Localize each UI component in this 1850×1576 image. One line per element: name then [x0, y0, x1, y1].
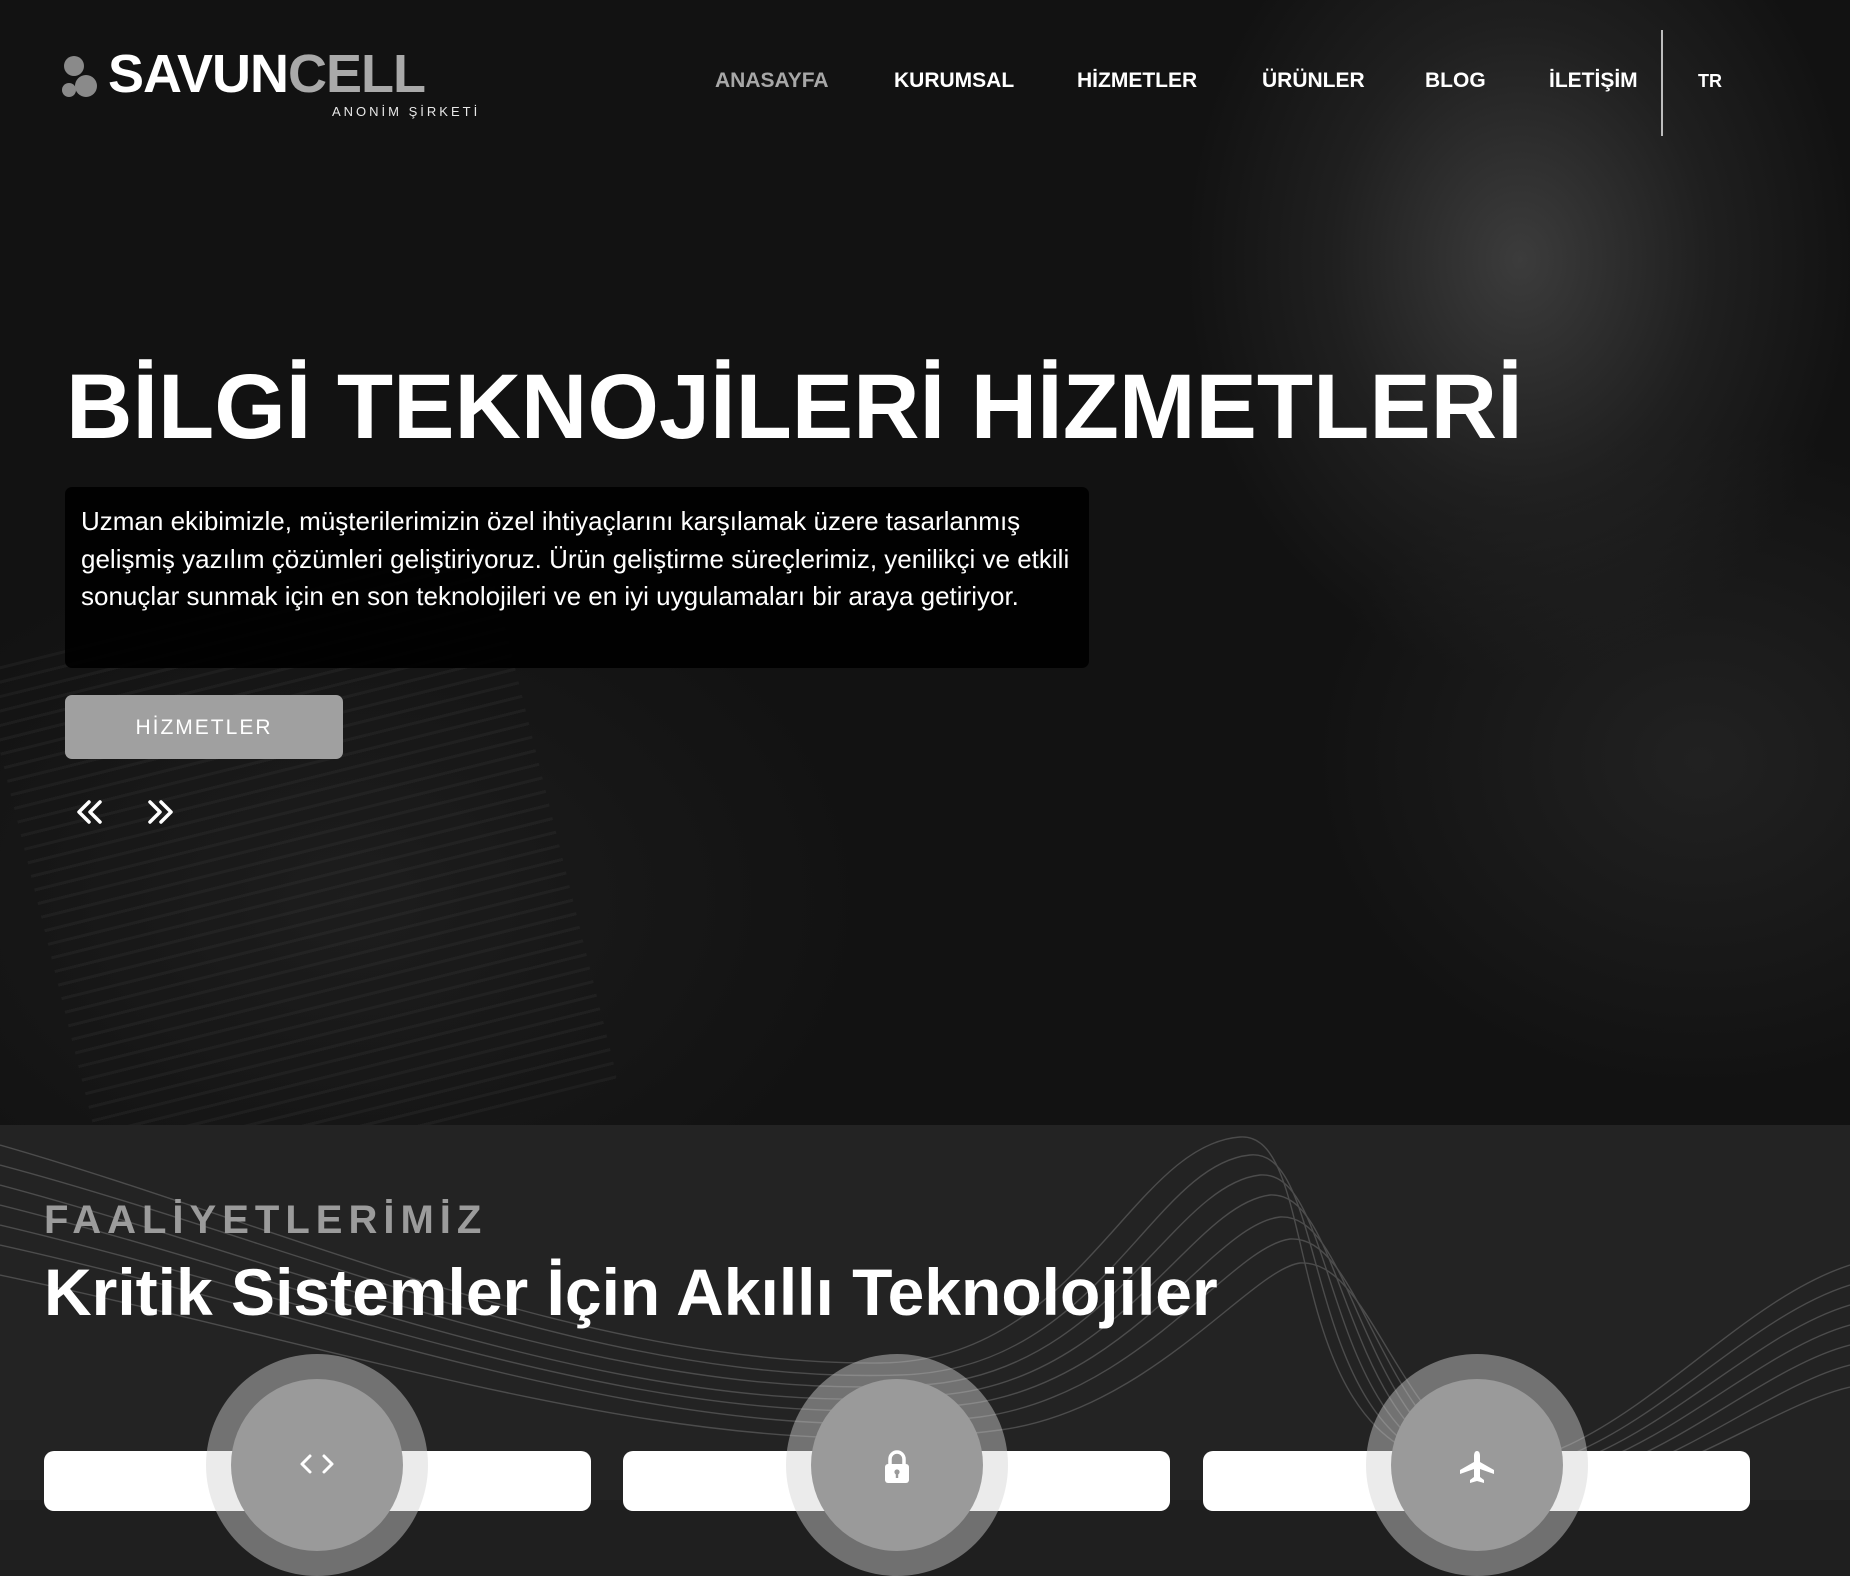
- hero-services-button[interactable]: HİZMETLER: [65, 695, 343, 759]
- brand-subtitle: ANONİM ŞİRKETİ: [332, 104, 481, 119]
- hero-title: BİLGİ TEKNOJİLERİ HİZMETLERİ: [66, 356, 1523, 458]
- nav-item-blog[interactable]: BLOG: [1425, 66, 1486, 96]
- double-chevron-right-icon[interactable]: [139, 790, 183, 834]
- activity-icon-circle: [1391, 1379, 1563, 1551]
- nav-divider: [1661, 30, 1663, 136]
- brand-logo[interactable]: SAVUNCELL ANONİM ŞİRKETİ: [60, 44, 490, 125]
- lock-icon: [885, 1450, 909, 1483]
- nav-item-anasayfa[interactable]: ANASAYFA: [715, 66, 829, 96]
- code-icon: [300, 1454, 334, 1474]
- airplane-icon: [1460, 1451, 1494, 1483]
- activities-eyebrow: FAALİYETLERİMİZ: [44, 1198, 488, 1242]
- activity-icon-circle: [811, 1379, 983, 1551]
- nav-item-urunler[interactable]: ÜRÜNLER: [1262, 66, 1365, 96]
- brand-name-part2: CELL: [288, 44, 426, 104]
- activity-icon-circle: [231, 1379, 403, 1551]
- brand-name: SAVUNCELL: [108, 44, 426, 104]
- nav-item-hizmetler[interactable]: HİZMETLER: [1077, 66, 1197, 96]
- site-header: SAVUNCELL ANONİM ŞİRKETİ ANASAYFA KURUMS…: [0, 0, 1850, 160]
- nav-item-iletisim[interactable]: İLETİŞİM: [1549, 66, 1638, 96]
- logo-mark-icon: [62, 56, 97, 97]
- brand-name-part1: SAVUN: [108, 44, 289, 104]
- hero-description: Uzman ekibimizle, müşterilerimizin özel …: [65, 487, 1089, 668]
- nav-item-kurumsal[interactable]: KURUMSAL: [894, 66, 1014, 96]
- activities-title: Kritik Sistemler İçin Akıllı Teknolojile…: [44, 1255, 1218, 1329]
- language-switcher[interactable]: TR: [1698, 68, 1722, 94]
- double-chevron-left-icon[interactable]: [67, 790, 111, 834]
